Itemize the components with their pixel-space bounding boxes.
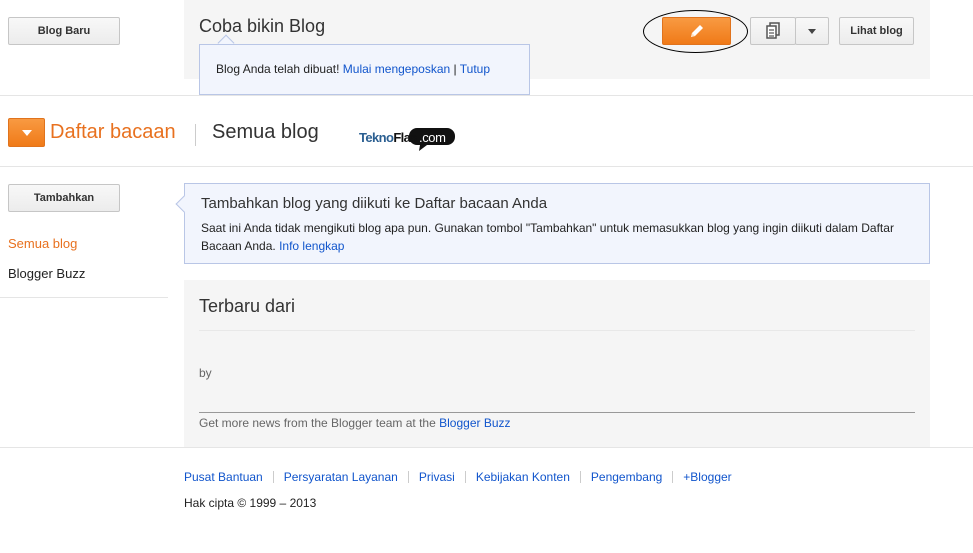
copyright: Hak cipta © 1999 – 2013	[184, 496, 317, 510]
more-info-link[interactable]: Info lengkap	[279, 239, 344, 253]
footer-link-help[interactable]: Pusat Bantuan	[184, 470, 263, 484]
blogger-buzz-link[interactable]: Blogger Buzz	[439, 416, 510, 430]
by-label: by	[199, 366, 212, 380]
chevron-down-icon	[808, 28, 816, 34]
posts-dropdown-button[interactable]	[795, 17, 829, 45]
blog-title[interactable]: Coba bikin Blog	[199, 16, 325, 37]
footer-links: Pusat Bantuan Persyaratan Layanan Privas…	[184, 470, 732, 484]
notice-separator: |	[453, 62, 457, 76]
close-notice-link[interactable]: Tutup	[460, 62, 490, 76]
svg-text:.com: .com	[419, 130, 446, 145]
footer-link-plus-blogger[interactable]: +Blogger	[683, 470, 731, 484]
divider	[0, 95, 973, 96]
info-title: Tambahkan blog yang diikuti ke Daftar ba…	[201, 195, 548, 212]
teknoflas-logo: TeknoFlas .com	[359, 128, 455, 151]
divider	[199, 412, 915, 413]
notice-text: Blog Anda telah dibuat!	[216, 62, 340, 76]
new-blog-button[interactable]: Blog Baru	[8, 17, 120, 45]
footer-separator	[672, 471, 674, 483]
divider	[0, 166, 973, 167]
latest-title: Terbaru dari	[199, 296, 296, 316]
footer-separator	[579, 471, 581, 483]
footer-separator	[464, 471, 466, 483]
reading-list-title: Daftar bacaan	[50, 121, 176, 143]
sidebar-item-blogger-buzz[interactable]: Blogger Buzz	[8, 266, 85, 281]
add-blog-button[interactable]: Tambahkan	[8, 184, 120, 212]
chevron-down-icon	[21, 129, 32, 136]
divider	[0, 447, 973, 448]
posts-button[interactable]	[750, 17, 796, 45]
svg-text:TeknoFlas: TeknoFlas	[359, 130, 417, 145]
footer-link-developers[interactable]: Pengembang	[591, 470, 662, 484]
start-posting-link[interactable]: Mulai mengeposkan	[343, 62, 450, 76]
pencil-icon	[690, 25, 703, 37]
view-blog-button[interactable]: Lihat blog	[839, 17, 914, 45]
view-blog-label: Lihat blog	[850, 25, 903, 37]
new-post-button[interactable]	[662, 17, 731, 45]
reading-list-dropdown-button[interactable]	[8, 118, 45, 147]
document-copy-icon	[766, 22, 780, 39]
title-separator	[195, 124, 196, 146]
divider	[199, 330, 915, 331]
reading-list-subtitle: Semua blog	[212, 121, 319, 143]
footer-separator	[407, 471, 409, 483]
footer-separator	[272, 471, 274, 483]
footer-link-privacy[interactable]: Privasi	[419, 470, 455, 484]
sidebar-item-all-blogs[interactable]: Semua blog	[8, 236, 77, 251]
new-blog-label: Blog Baru	[37, 25, 91, 37]
footer-link-content-policy[interactable]: Kebijakan Konten	[476, 470, 570, 484]
sidebar-divider	[0, 297, 168, 298]
footer-link-terms[interactable]: Persyaratan Layanan	[284, 470, 398, 484]
more-news-label: Get more news from the Blogger team at t…	[199, 416, 436, 430]
add-blog-label: Tambahkan	[33, 192, 95, 204]
blog-created-notice: Blog Anda telah dibuat! Mulai mengeposka…	[199, 44, 530, 95]
more-news-text: Get more news from the Blogger team at t…	[199, 416, 511, 430]
info-body: Saat ini Anda tidak mengikuti blog apa p…	[201, 219, 921, 255]
